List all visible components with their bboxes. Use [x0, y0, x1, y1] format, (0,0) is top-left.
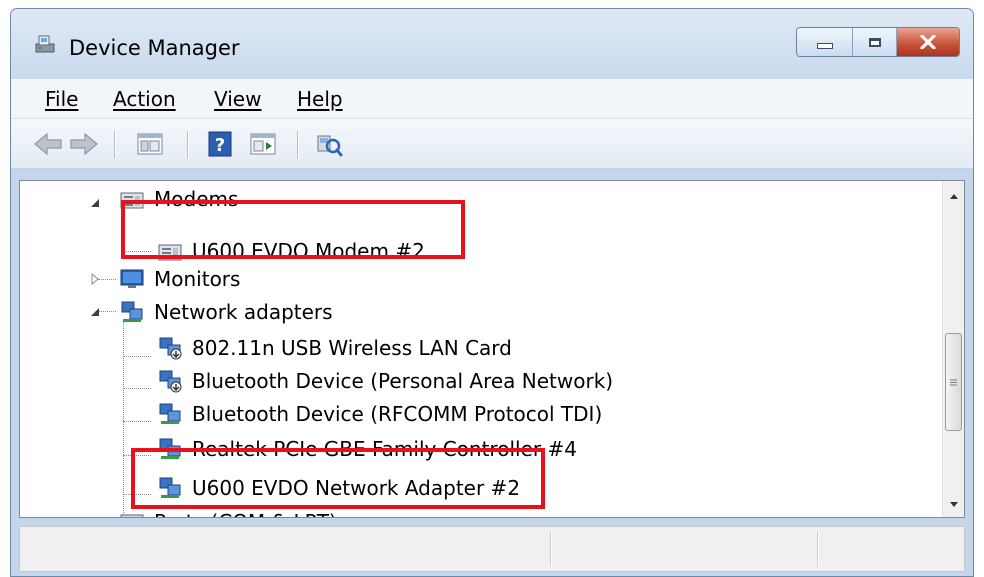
- collapse-arrow-icon[interactable]: [88, 305, 102, 319]
- caption-buttons: [796, 27, 960, 57]
- tree-node-adapter[interactable]: 802.11n USB Wireless LAN Card: [156, 331, 512, 365]
- device-manager-icon: [35, 35, 55, 53]
- toolbar-separator: [297, 131, 298, 159]
- properties-icon[interactable]: [136, 131, 164, 157]
- monitor-icon: [120, 269, 144, 288]
- tree-node-modems[interactable]: Modems: [118, 182, 238, 216]
- tree-label: Network adapters: [154, 300, 333, 324]
- status-divider: [817, 531, 818, 567]
- tree-label: Bluetooth Device (RFCOMM Protocol TDI): [192, 402, 603, 426]
- collapse-arrow-icon[interactable]: [88, 196, 102, 210]
- menu-help[interactable]: Help: [297, 87, 343, 111]
- tree-connector: [123, 356, 151, 357]
- tree-connector: [123, 388, 151, 389]
- svg-text:?: ?: [215, 135, 225, 156]
- network-adapter-icon: [159, 337, 182, 360]
- tree-label: Monitors: [154, 267, 241, 291]
- network-adapter-icon: [159, 477, 181, 498]
- vertical-scrollbar[interactable]: [942, 181, 964, 517]
- tree-connector: [123, 319, 124, 517]
- title-bar[interactable]: Device Manager: [11, 9, 973, 79]
- toolbar-separator: [187, 131, 188, 159]
- toolbar-separator: [114, 131, 115, 159]
- network-adapter-icon: [159, 403, 181, 424]
- status-bar: [19, 526, 965, 572]
- device-tree[interactable]: Modems U600 EVDO Modem #2 Monitors Netwo…: [19, 180, 965, 518]
- tree-node-adapter[interactable]: Bluetooth Device (RFCOMM Protocol TDI): [156, 397, 602, 431]
- tree-label: Bluetooth Device (Personal Area Network): [192, 369, 614, 393]
- maximize-button[interactable]: [853, 28, 897, 56]
- forward-arrow-icon[interactable]: [69, 131, 99, 157]
- network-adapter-icon: [121, 301, 143, 322]
- menu-view[interactable]: View: [214, 87, 261, 111]
- tree-label: 802.11n USB Wireless LAN Card: [192, 336, 512, 360]
- tree-label: Ports (COM & LPT): [154, 510, 337, 517]
- minimize-icon: [816, 43, 833, 49]
- back-arrow-icon[interactable]: [33, 131, 63, 157]
- modem-icon: [120, 192, 144, 209]
- scan-hardware-icon[interactable]: [315, 131, 343, 157]
- scroll-up-arrow-icon: [949, 193, 958, 199]
- tree-label: U600 EVDO Network Adapter #2: [192, 476, 521, 500]
- device-manager-window: Device Manager File Action View Help ? M…: [10, 8, 974, 577]
- network-adapter-icon: [159, 438, 181, 459]
- scroll-down-arrow-icon: [949, 501, 958, 507]
- window-title: Device Manager: [69, 36, 240, 60]
- tree-connector: [123, 421, 151, 422]
- minimize-button[interactable]: [797, 28, 853, 56]
- update-driver-icon[interactable]: [249, 131, 277, 157]
- menu-action[interactable]: Action: [113, 87, 176, 111]
- tree-connector: [123, 251, 151, 252]
- maximize-icon: [868, 37, 881, 47]
- tree-node-adapter[interactable]: U600 EVDO Network Adapter #2: [156, 471, 520, 505]
- port-icon: [120, 514, 144, 517]
- scroll-thumb[interactable]: [945, 333, 962, 431]
- menu-file[interactable]: File: [45, 87, 78, 111]
- tree-connector: [123, 455, 151, 456]
- tree-label: Realtek PCIe GBE Family Controller #4: [192, 437, 577, 461]
- scroll-up-button[interactable]: [943, 185, 964, 207]
- tree-node-adapter[interactable]: Realtek PCIe GBE Family Controller #4: [156, 432, 577, 466]
- network-adapter-icon: [159, 370, 182, 393]
- tree-node-monitors[interactable]: Monitors: [118, 262, 240, 296]
- status-divider: [550, 531, 551, 567]
- expand-arrow-icon[interactable]: [88, 272, 102, 286]
- tree-node-adapter[interactable]: Bluetooth Device (Personal Area Network): [156, 364, 613, 398]
- tree-label: U600 EVDO Modem #2: [192, 239, 425, 263]
- scroll-down-button[interactable]: [943, 493, 964, 515]
- tree-connector: [123, 494, 151, 495]
- tree-node-network-adapters[interactable]: Network adapters: [118, 295, 333, 329]
- menu-bar: File Action View Help: [11, 79, 973, 119]
- tree-label: Modems: [154, 187, 239, 211]
- toolbar: ?: [11, 119, 973, 169]
- modem-icon: [158, 244, 182, 261]
- close-button[interactable]: [897, 28, 959, 56]
- tree-node-ports[interactable]: Ports (COM & LPT): [118, 505, 337, 517]
- grip-icon: [950, 379, 957, 385]
- help-icon[interactable]: ?: [207, 131, 233, 157]
- close-icon: [920, 35, 936, 49]
